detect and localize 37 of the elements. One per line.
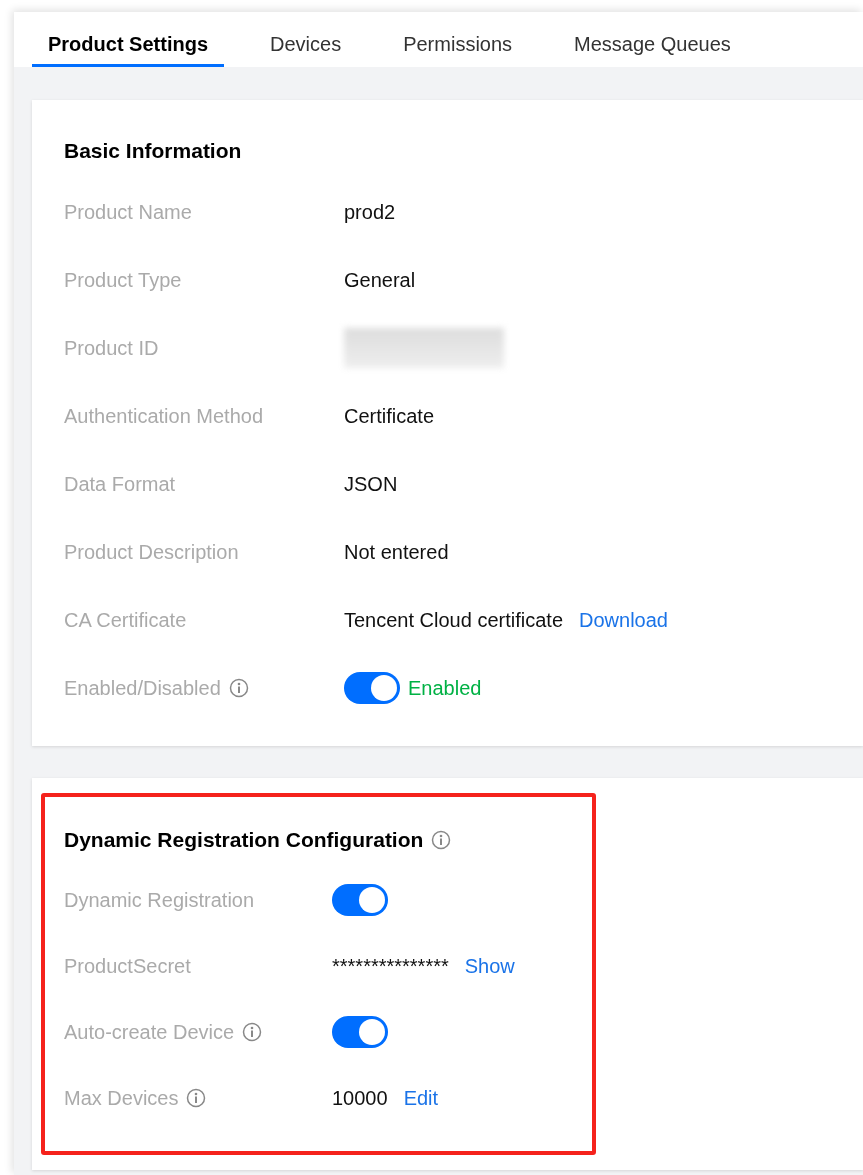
status-text: Enabled xyxy=(408,676,482,700)
toggle-switch[interactable] xyxy=(332,1016,388,1048)
field-label: Dynamic Registration xyxy=(64,888,255,912)
field-label: Product Description xyxy=(64,540,239,564)
info-icon[interactable] xyxy=(186,1088,207,1108)
field-value: JSON xyxy=(344,472,398,496)
action-link[interactable]: Show xyxy=(464,954,515,978)
tab[interactable]: Message Queues xyxy=(558,33,747,67)
field-label: Enabled/Disabled xyxy=(64,676,221,700)
info-icon[interactable] xyxy=(431,830,452,850)
info-icon[interactable] xyxy=(242,1022,263,1042)
field-label: Product ID xyxy=(64,336,159,360)
field-value: Certificate xyxy=(344,404,435,428)
field-label: Product Name xyxy=(64,200,192,224)
tab[interactable]: Product Settings xyxy=(32,33,224,67)
field-value: Tencent Cloud certificate xyxy=(344,608,563,632)
field-label: Product Type xyxy=(64,268,182,292)
field-label: Auto-create Device xyxy=(64,1020,235,1044)
tab[interactable]: Devices xyxy=(254,33,358,67)
field-value: 10000 xyxy=(332,1086,388,1110)
action-link[interactable]: Edit xyxy=(403,1086,439,1110)
field-value: Not entered xyxy=(344,540,449,564)
field-value: *************** xyxy=(332,954,449,978)
toggle-switch[interactable] xyxy=(344,672,400,704)
section-title: Dynamic Registration Configuration xyxy=(64,828,424,852)
field-label: Authentication Method xyxy=(64,404,264,428)
field-value: prod2 xyxy=(344,200,396,224)
info-icon[interactable] xyxy=(228,678,249,698)
toggle-switch[interactable] xyxy=(332,884,388,916)
tab[interactable]: Permissions xyxy=(387,33,529,67)
field-label: ProductSecret xyxy=(64,954,191,978)
field-label: Max Devices xyxy=(64,1086,179,1110)
field-label: CA Certificate xyxy=(64,608,187,632)
field-value: General xyxy=(344,268,416,292)
action-link[interactable]: Download xyxy=(579,608,668,632)
section-title: Basic Information xyxy=(64,139,242,163)
field-label: Data Format xyxy=(64,472,176,496)
